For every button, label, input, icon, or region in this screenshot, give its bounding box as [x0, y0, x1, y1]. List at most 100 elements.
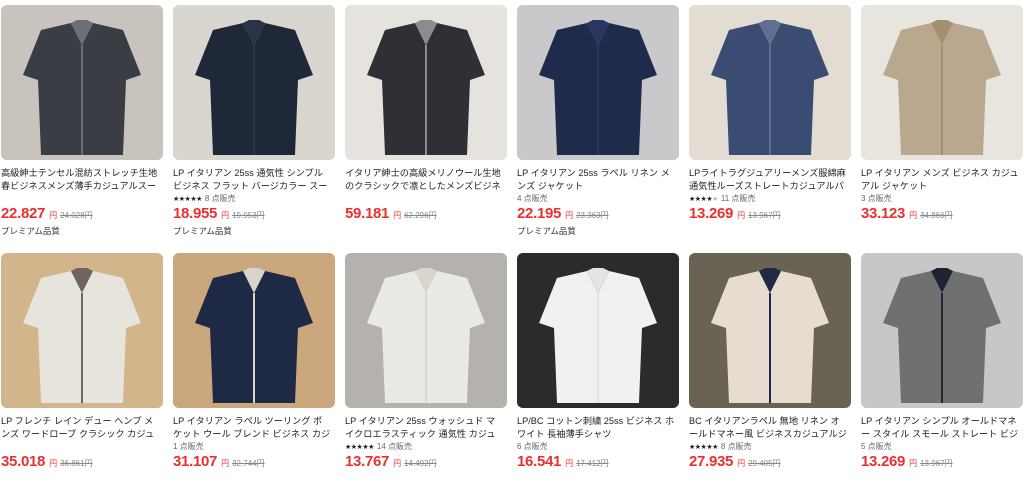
price: 59.181 [345, 205, 390, 222]
price-row: 13.269 円 13.967円 [689, 205, 851, 222]
sales-meta [1, 193, 163, 204]
product-image[interactable] [173, 5, 335, 160]
original-price: 17.412円 [576, 459, 609, 468]
sales-meta: ★★★★★ 11 点販売 [689, 193, 851, 204]
product-image[interactable] [517, 5, 679, 160]
sales-meta: 3 点販売 [861, 193, 1023, 204]
price: 13.767 [345, 453, 390, 470]
sales-count: 6 点販売 [517, 442, 548, 451]
product-card[interactable]: LP フレンチ レイン デュー ヘンプ メンズ ワードローブ クラシック カジュ… [1, 250, 163, 483]
sales-meta: ★★★★★ 8 点販売 [689, 441, 851, 452]
product-title[interactable]: LP イタリアン 25ss ラペル リネン メンズ ジャケット [517, 167, 679, 192]
rating-stars-icon: ★★★★★ [345, 443, 374, 451]
sales-count: 8 点販売 [720, 442, 752, 451]
price: 27.935 [689, 453, 734, 470]
product-image[interactable] [173, 253, 335, 408]
sales-meta: ★★★★★ 14 点販売 [345, 441, 507, 452]
sales-meta: 5 点販売 [861, 441, 1023, 452]
product-image[interactable] [517, 253, 679, 408]
product-image[interactable] [861, 253, 1023, 408]
product-card[interactable]: 高級紳士テンセル混紡ストレッチ生地春ビジネスメンズ薄手カジュアルスーツ 22.82… [1, 0, 163, 250]
price-row: 35.018 円 36.861円 [1, 453, 163, 470]
price-row: 13.269 円 13.967円 [861, 453, 1023, 470]
original-price: 14.492円 [404, 459, 437, 468]
product-title[interactable]: LP イタリアン 25ss 通気性 シンプル ビジネス フラット バージカラー … [173, 167, 335, 192]
product-card[interactable]: LP イタリアン 25ss 通気性 シンプル ビジネス フラット バージカラー … [173, 0, 335, 250]
price-row: 22.827 円 24.028円 [1, 205, 163, 222]
sales-count: 11 点販売 [720, 194, 756, 203]
product-image[interactable] [345, 253, 507, 408]
price: 22.827 [1, 205, 46, 222]
product-image[interactable] [1, 5, 163, 160]
product-card[interactable]: LP イタリアン ラペル ツーリング ポケット ウール ブレンド ビジネス カジ… [173, 250, 335, 483]
product-image[interactable] [1, 253, 163, 408]
price: 16.541 [517, 453, 562, 470]
price: 31.107 [173, 453, 218, 470]
product-card[interactable]: LP イタリアン 25ss ラペル リネン メンズ ジャケット 4 点販売 22.1… [517, 0, 679, 250]
product-title[interactable]: LP イタリアン メンズ ビジネス カジュアル ジャケット [861, 167, 1023, 192]
price-row: 13.767 円 14.492円 [345, 453, 507, 470]
product-title[interactable]: LP フレンチ レイン デュー ヘンプ メンズ ワードローブ クラシック カジュ… [1, 415, 163, 440]
sales-meta: 1 点販売 [173, 441, 335, 452]
product-image[interactable] [861, 5, 1023, 160]
price: 35.018 [1, 453, 46, 470]
sales-meta: ★★★★★ 8 点販売 [173, 193, 335, 204]
price-currency: 円 [909, 211, 918, 220]
price-row: 22.195 円 23.363円 [517, 205, 679, 222]
rating-stars-icon: ★★★★★ [173, 195, 202, 203]
quality-badge: プレミアム品質 [173, 226, 232, 236]
quality-badge: プレミアム品質 [1, 226, 60, 236]
original-price: 34.866円 [920, 211, 953, 220]
price-currency: 円 [221, 211, 230, 220]
price: 13.269 [861, 453, 906, 470]
price-row: 33.123 円 34.866円 [861, 205, 1023, 222]
price-currency: 円 [49, 459, 58, 468]
price-currency: 円 [393, 211, 402, 220]
price-currency: 円 [909, 459, 918, 468]
price-currency: 円 [49, 211, 58, 220]
price: 22.195 [517, 205, 562, 222]
price-currency: 円 [221, 459, 230, 468]
rating-stars-icon: ★★★★★ [689, 443, 718, 451]
product-title[interactable]: BC イタリアンラペル 無地 リネン オールドマネー風 ビジネスカジュアルジャケ… [689, 415, 851, 440]
price: 18.955 [173, 205, 218, 222]
price-currency: 円 [737, 459, 746, 468]
product-card[interactable]: LP イタリアン シンプル オールドマネー スタイル スモール ストレート ビジ… [861, 250, 1023, 483]
product-card[interactable]: BC イタリアンラペル 無地 リネン オールドマネー風 ビジネスカジュアルジャケ… [689, 250, 851, 483]
product-title[interactable]: イタリア紳士の高級メリノウール生地のクラシックで凛としたメンズビジネスカジュアル… [345, 167, 507, 192]
product-image[interactable] [345, 5, 507, 160]
product-title[interactable]: LP イタリアン シンプル オールドマネー スタイル スモール ストレート ビジ… [861, 415, 1023, 440]
original-price: 36.861円 [60, 459, 93, 468]
sales-count: 4 点販売 [517, 194, 548, 203]
product-title[interactable]: LP イタリアン 25ss ウォッシュド マイクロエラスティック 通気性 カジュ… [345, 415, 507, 440]
product-card[interactable]: LPライトラグジュアリーメンズ服綿麻通気性ルーズストレートカジュアルパンツ★★★… [689, 0, 851, 250]
price-row: 31.107 円 32.744円 [173, 453, 335, 470]
sales-meta: 4 点販売 [517, 193, 679, 204]
price-currency: 円 [393, 459, 402, 468]
product-card[interactable]: LP イタリアン メンズ ビジネス カジュアル ジャケット 3 点販売 33.123… [861, 0, 1023, 250]
rating-stars-icon: ★★★★★ [689, 195, 718, 203]
original-price: 13.967円 [748, 211, 781, 220]
original-price: 62.296円 [404, 211, 437, 220]
sales-meta [1, 441, 163, 452]
sales-count: 3 点販売 [861, 194, 892, 203]
product-card[interactable]: イタリア紳士の高級メリノウール生地のクラシックで凛としたメンズビジネスカジュアル… [345, 0, 507, 250]
original-price: 23.363円 [576, 211, 609, 220]
original-price: 29.405円 [748, 459, 781, 468]
sales-count: 14 点販売 [376, 442, 413, 451]
product-title[interactable]: LP/BC コットン刺繍 25ss ビジネス ホワイト 長袖薄手シャツ [517, 415, 679, 440]
price-row: 27.935 円 29.405円 [689, 453, 851, 470]
product-image[interactable] [689, 5, 851, 160]
product-card[interactable]: LP/BC コットン刺繍 25ss ビジネス ホワイト 長袖薄手シャツ 6 点販売… [517, 250, 679, 483]
price: 13.269 [689, 205, 734, 222]
price: 33.123 [861, 205, 906, 222]
price-row: 16.541 円 17.412円 [517, 453, 679, 470]
price-row: 18.955 円 19.953円 [173, 205, 335, 222]
product-title[interactable]: 高級紳士テンセル混紡ストレッチ生地春ビジネスメンズ薄手カジュアルスーツ [1, 167, 163, 192]
sales-meta: 6 点販売 [517, 441, 679, 452]
product-title[interactable]: LP イタリアン ラペル ツーリング ポケット ウール ブレンド ビジネス カジ… [173, 415, 335, 440]
price-currency: 円 [737, 211, 746, 220]
product-image[interactable] [689, 253, 851, 408]
product-card[interactable]: LP イタリアン 25ss ウォッシュド マイクロエラスティック 通気性 カジュ… [345, 250, 507, 483]
product-title[interactable]: LPライトラグジュアリーメンズ服綿麻通気性ルーズストレートカジュアルパンツ [689, 167, 851, 192]
